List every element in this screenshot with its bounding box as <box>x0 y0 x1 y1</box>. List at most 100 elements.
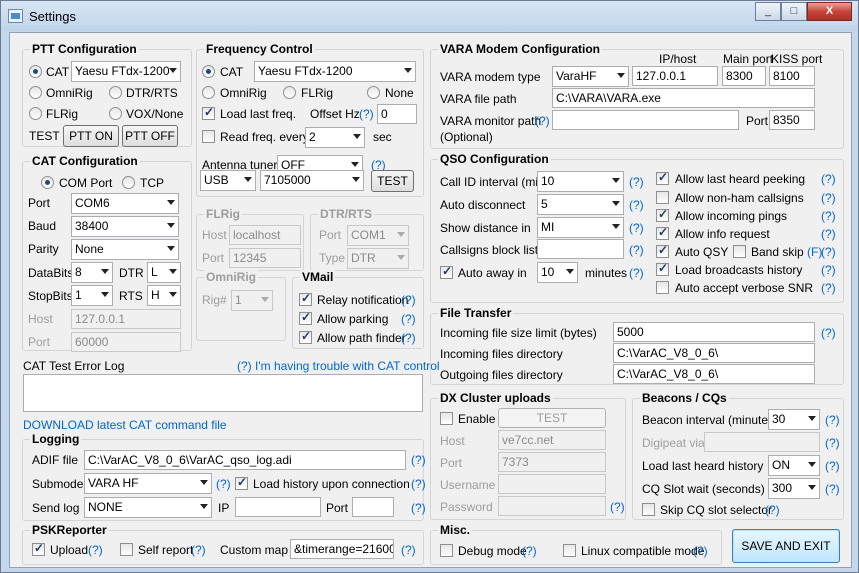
incoming-dir-input[interactable]: C:\VarAC_V8_0_6\ <box>613 343 815 363</box>
cat-host-input[interactable]: 127.0.0.1 <box>71 309 181 329</box>
dtr-rts-port-select[interactable]: COM1 <box>347 225 409 246</box>
self-report-checkbox[interactable] <box>120 543 133 556</box>
offset-input[interactable]: 0 <box>377 104 417 124</box>
auto-away-help-link[interactable]: (?) <box>629 266 644 280</box>
send-log-help-link[interactable]: (?) <box>411 501 426 515</box>
auto-disconnect-select[interactable]: 5 <box>537 194 624 215</box>
com-port-radio[interactable] <box>41 176 54 189</box>
psk-upload-checkbox[interactable] <box>32 541 45 556</box>
tcp-radio[interactable] <box>122 176 135 189</box>
freq-cat-radio[interactable] <box>202 65 215 78</box>
auto-accept-snr-checkbox[interactable] <box>656 281 669 294</box>
incoming-limit-input[interactable]: 5000 <box>613 322 815 342</box>
ptt-rig-select[interactable]: Yaesu FTdx-1200 <box>71 61 181 82</box>
parity-select[interactable]: None <box>71 239 179 260</box>
call-id-select[interactable]: 10 <box>537 171 624 192</box>
debug-help-link[interactable]: (?) <box>522 544 537 558</box>
ptt-flrig-radio[interactable] <box>29 107 42 120</box>
close-button[interactable]: X <box>807 2 852 21</box>
block-list-help-link[interactable]: (?) <box>629 243 644 257</box>
path-finder-help-link[interactable]: (?) <box>401 331 416 345</box>
vara-main-port-input[interactable]: 8300 <box>722 66 766 86</box>
save-and-exit-button[interactable]: SAVE AND EXIT <box>732 529 840 563</box>
dx-test-button[interactable]: TEST <box>498 408 606 428</box>
cq-wait-select[interactable]: 300 <box>768 478 820 499</box>
block-list-input[interactable] <box>537 239 624 259</box>
cat-tcp-port-input[interactable]: 60000 <box>71 332 181 352</box>
baud-select[interactable]: 38400 <box>71 216 179 237</box>
digipeat-help-link[interactable]: (?) <box>825 436 840 450</box>
auto-accept-snr-help-link[interactable]: (?) <box>821 281 836 295</box>
submode-help-link[interactable]: (?) <box>216 477 231 491</box>
dx-username-input[interactable] <box>498 474 606 494</box>
read-freq-checkbox[interactable] <box>202 130 215 143</box>
vara-kiss-port-input[interactable]: 8100 <box>769 66 815 86</box>
vara-monitor-help-link[interactable]: (?) <box>535 114 550 128</box>
dx-password-help-link[interactable]: (?) <box>610 500 625 514</box>
ptt-off-button[interactable]: PTT OFF <box>122 125 178 147</box>
freq-omnirig-radio[interactable] <box>202 86 215 99</box>
auto-qsy-checkbox[interactable] <box>656 243 669 258</box>
freq-flrig-radio[interactable] <box>283 86 296 99</box>
stopbits-select[interactable]: 1 <box>71 285 113 306</box>
modem-type-select[interactable]: VaraHF <box>552 66 629 87</box>
load-last-freq-checkbox[interactable] <box>202 105 215 120</box>
dtr-rts-type-select[interactable]: DTR <box>347 248 409 269</box>
beacon-interval-select[interactable]: 30 <box>768 409 820 430</box>
distance-select[interactable]: MI <box>537 217 624 238</box>
load-broadcasts-checkbox[interactable] <box>656 261 669 276</box>
allow-nonham-help-link[interactable]: (?) <box>821 191 836 205</box>
cat-error-log-textarea[interactable] <box>23 374 423 412</box>
ptt-cat-radio[interactable] <box>29 65 42 78</box>
last-heard-help-link[interactable]: (?) <box>825 459 840 473</box>
dx-port-input[interactable]: 7373 <box>498 452 606 472</box>
allow-peeking-checkbox[interactable] <box>656 170 669 185</box>
allow-pings-checkbox[interactable] <box>656 207 669 222</box>
allow-parking-checkbox[interactable] <box>299 310 312 325</box>
omnirig-rig-select[interactable]: 1 <box>231 290 273 311</box>
freq-rig-select[interactable]: Yaesu FTdx-1200 <box>254 61 416 82</box>
ptt-omnirig-radio[interactable] <box>29 86 42 99</box>
custom-map-input[interactable]: &timerange=21600&s <box>290 539 394 559</box>
adif-help-link[interactable]: (?) <box>411 453 426 467</box>
digipeat-input[interactable] <box>704 432 820 452</box>
skip-cq-checkbox[interactable] <box>642 503 655 516</box>
dx-password-input[interactable] <box>498 496 606 516</box>
allow-info-checkbox[interactable] <box>656 225 669 240</box>
self-report-help-link[interactable]: (?) <box>191 543 206 557</box>
auto-disconnect-help-link[interactable]: (?) <box>629 198 644 212</box>
allow-nonham-checkbox[interactable] <box>656 191 669 204</box>
vara-ip-input[interactable]: 127.0.0.1 <box>632 66 718 86</box>
dx-host-input[interactable]: ve7cc.net <box>498 430 606 450</box>
vara-monitor-input[interactable] <box>552 110 739 130</box>
allow-pings-help-link[interactable]: (?) <box>821 209 836 223</box>
cq-wait-help-link[interactable]: (?) <box>825 482 840 496</box>
maximize-button[interactable]: □ <box>781 2 807 21</box>
dx-enable-checkbox[interactable] <box>440 412 453 425</box>
send-log-ip-input[interactable] <box>235 497 321 517</box>
band-skip-checkbox[interactable] <box>733 245 746 258</box>
freq-none-radio[interactable] <box>367 86 380 99</box>
frequency-select[interactable]: 7105000 <box>260 170 364 191</box>
download-cat-command-link[interactable]: DOWNLOAD latest CAT command file <box>23 418 227 432</box>
auto-qsy-help-link[interactable]: (?) <box>821 245 836 259</box>
skip-cq-help-link[interactable]: (?) <box>765 503 780 517</box>
incoming-limit-help-link[interactable]: (?) <box>821 326 836 340</box>
parking-help-link[interactable]: (?) <box>401 312 416 326</box>
mode-select[interactable]: USB <box>200 170 256 191</box>
ptt-dtr-rts-radio[interactable] <box>109 86 122 99</box>
psk-upload-help-link[interactable]: (?) <box>88 543 103 557</box>
linux-mode-checkbox[interactable] <box>563 544 576 557</box>
send-log-port-input[interactable] <box>352 497 394 517</box>
dtr-select[interactable]: L <box>147 262 181 283</box>
last-heard-select[interactable]: ON <box>768 455 820 476</box>
debug-mode-checkbox[interactable] <box>440 544 453 557</box>
allow-peeking-help-link[interactable]: (?) <box>821 172 836 186</box>
distance-help-link[interactable]: (?) <box>629 221 644 235</box>
load-broadcasts-help-link[interactable]: (?) <box>821 263 836 277</box>
read-freq-select[interactable]: 2 <box>305 127 365 148</box>
beacon-interval-help-link[interactable]: (?) <box>825 413 840 427</box>
databits-select[interactable]: 8 <box>71 262 113 283</box>
cat-port-select[interactable]: COM6 <box>71 193 179 214</box>
custom-map-help-link[interactable]: (?) <box>401 543 416 557</box>
